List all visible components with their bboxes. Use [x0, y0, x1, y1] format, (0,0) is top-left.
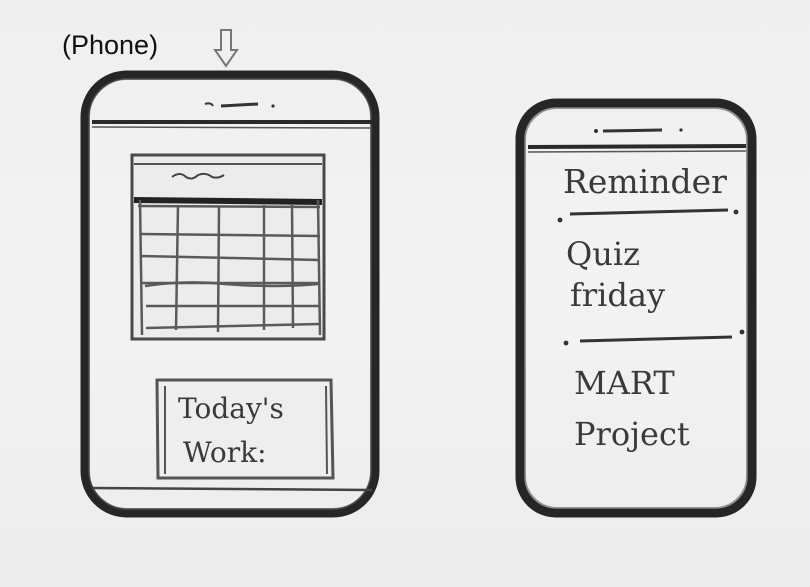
right-phone-sketch: Reminder Quiz friday MART Project [515, 98, 757, 518]
reminder-item-line1: Quiz [566, 235, 640, 273]
left-screen-bottom [91, 486, 373, 492]
reminder-divider-1 [569, 208, 729, 216]
sketch-drawing: Today's Work: Reminder Quiz friday MART … [80, 70, 757, 518]
reminder-item-mart[interactable]: MART Project [574, 364, 690, 453]
right-phone-speaker [602, 128, 663, 133]
todays-work-label-line1: Today's [178, 392, 284, 425]
todays-work-widget[interactable]: Today's Work: [155, 378, 335, 480]
reminder-divider-2 [579, 335, 733, 343]
sketch-canvas: (Phone) Today's Work: Reminder Quiz frid… [0, 0, 810, 587]
todays-work-label-line2: Work: [183, 436, 267, 469]
left-phone-sketch: Today's Work: [80, 70, 380, 518]
reminder-item-line2: Project [574, 415, 690, 453]
calendar-widget[interactable] [130, 153, 326, 341]
calendar-header-bar [133, 197, 323, 205]
reminder-item-line1: MART [574, 364, 675, 402]
right-screen-top [527, 144, 747, 149]
reminder-item-quiz[interactable]: Quiz friday [566, 235, 665, 314]
left-phone-speaker [220, 102, 259, 108]
reminder-item-line2: friday [570, 276, 665, 314]
reminder-title: Reminder [563, 162, 727, 201]
